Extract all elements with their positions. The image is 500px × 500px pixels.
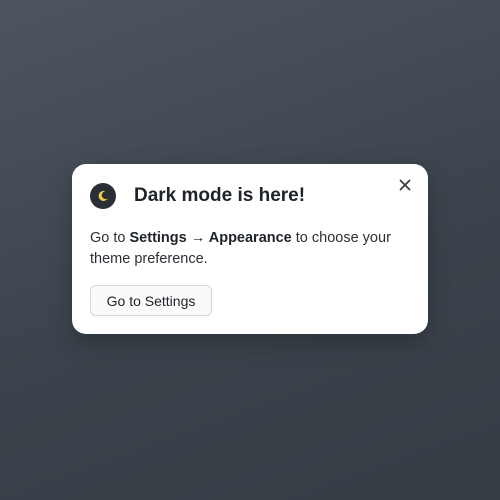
dark-mode-announcement-dialog: Dark mode is here! Go to Settings → Appe… xyxy=(72,164,428,334)
message-prefix: Go to xyxy=(90,230,130,246)
go-to-settings-button[interactable]: Go to Settings xyxy=(90,285,212,316)
dialog-title: Dark mode is here! xyxy=(134,185,306,206)
moon-icon xyxy=(90,183,116,209)
arrow-separator: → xyxy=(186,230,209,246)
dialog-message: Go to Settings → Appearance to choose yo… xyxy=(90,228,410,270)
close-icon[interactable] xyxy=(396,176,414,194)
appearance-label: Appearance xyxy=(208,230,292,246)
settings-label: Settings xyxy=(129,230,187,246)
